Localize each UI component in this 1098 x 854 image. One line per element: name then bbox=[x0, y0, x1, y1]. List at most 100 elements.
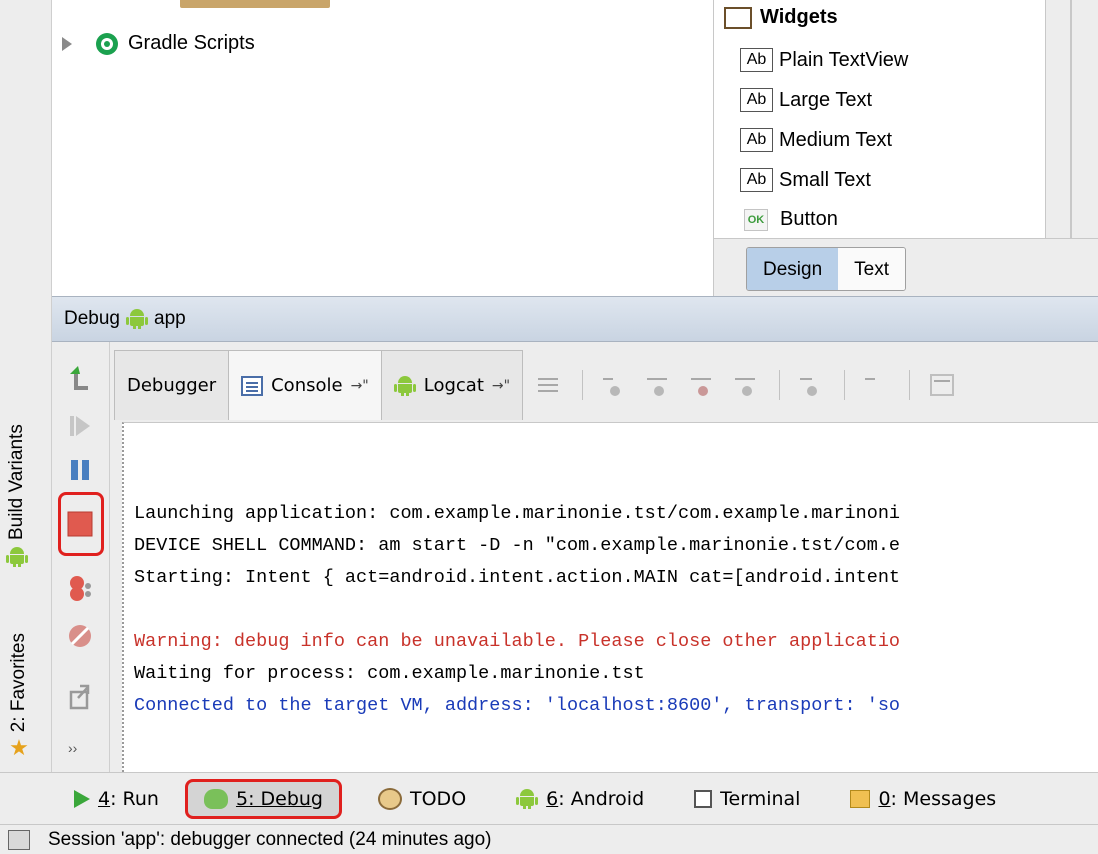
folder-icon bbox=[180, 0, 330, 8]
palette-pane: Widgets Ab Plain TextView Ab Large Text … bbox=[714, 0, 1098, 296]
console-line: Waiting for process: com.example.marinon… bbox=[134, 663, 645, 684]
palette-list: Widgets Ab Plain TextView Ab Large Text … bbox=[714, 0, 1046, 238]
debug-title: Debug bbox=[64, 308, 120, 329]
step-out-icon[interactable] bbox=[735, 374, 759, 396]
palette-item-label: Plain TextView bbox=[779, 48, 909, 71]
text-view-icon: Ab bbox=[740, 88, 773, 112]
tab-console[interactable]: Console →" bbox=[228, 350, 382, 420]
terminal-icon bbox=[694, 789, 713, 808]
toolbar-separator bbox=[582, 370, 584, 400]
debug-tabs-bar: Debugger Console →" Logcat →" bbox=[110, 342, 1098, 422]
todo-tool-button[interactable]: TODO bbox=[370, 784, 474, 814]
messages-label: : Messages bbox=[890, 787, 997, 810]
messages-icon bbox=[850, 789, 871, 808]
debug-label: : Debug bbox=[248, 787, 323, 810]
stepping-toolbar bbox=[538, 350, 955, 420]
favorites-tab[interactable]: ★ 2: Favorites bbox=[6, 633, 32, 761]
bug-icon bbox=[203, 788, 228, 809]
step-over-icon[interactable] bbox=[603, 374, 627, 396]
tree-node-gradle-scripts[interactable]: Gradle Scripts bbox=[62, 32, 255, 55]
stop-highlight bbox=[58, 492, 104, 556]
pin-icon[interactable]: →" bbox=[351, 378, 369, 394]
status-text: Session 'app': debugger connected (24 mi… bbox=[48, 828, 492, 850]
tree-node-label: Gradle Scripts bbox=[128, 32, 255, 54]
tab-logcat[interactable]: Logcat →" bbox=[380, 350, 524, 420]
rerun-icon[interactable] bbox=[66, 364, 94, 392]
palette-item-label: Large Text bbox=[779, 88, 873, 111]
tool-window-bar: 4: Run 5: Debug TODO 6: Android Terminal… bbox=[0, 772, 1098, 824]
android-icon bbox=[516, 788, 539, 809]
build-variants-label: Build Variants bbox=[6, 424, 27, 540]
build-variants-tab[interactable]: Build Variants bbox=[6, 424, 28, 568]
console-line-warning: Warning: debug info can be unavailable. … bbox=[134, 631, 901, 652]
console-output[interactable]: Launching application: com.example.marin… bbox=[122, 422, 1098, 772]
run-to-cursor-icon[interactable] bbox=[865, 374, 889, 396]
android-tool-button[interactable]: 6: Android bbox=[508, 784, 652, 814]
pin-icon[interactable]: →" bbox=[492, 378, 510, 394]
console-line: Launching application: com.example.marin… bbox=[134, 503, 901, 524]
palette-item-label: Medium Text bbox=[779, 128, 893, 151]
design-text-tabs: Design Text bbox=[746, 247, 907, 291]
step-into-icon[interactable] bbox=[647, 374, 671, 396]
android-icon bbox=[126, 309, 148, 329]
android-label: : Android bbox=[558, 787, 645, 810]
palette-item[interactable]: Ab Large Text bbox=[740, 88, 872, 112]
view-breakpoints-icon[interactable] bbox=[66, 574, 94, 602]
debug-toolbar: ›› bbox=[52, 342, 110, 772]
android-icon bbox=[6, 547, 28, 567]
text-view-icon: Ab bbox=[740, 48, 773, 72]
debug-tool-button[interactable]: 5: Debug bbox=[184, 778, 342, 819]
scrollbar[interactable] bbox=[1070, 0, 1072, 238]
palette-item[interactable]: Ab Medium Text bbox=[740, 128, 892, 152]
drop-frame-icon[interactable] bbox=[800, 374, 824, 396]
toolbar-separator bbox=[844, 370, 846, 400]
palette-item-label: Button bbox=[780, 208, 838, 230]
tab-label: Console bbox=[271, 375, 343, 396]
debug-panel-header: Debug app bbox=[52, 296, 1098, 342]
console-icon bbox=[241, 375, 264, 396]
toolbar-separator bbox=[779, 370, 781, 400]
console-line-connected: Connected to the target VM, address: 'lo… bbox=[134, 695, 901, 716]
todo-label: TODO bbox=[410, 787, 467, 810]
tool-windows-toggle-icon[interactable] bbox=[8, 829, 30, 850]
button-icon: OK bbox=[744, 208, 768, 231]
console-line: DEVICE SHELL COMMAND: am start -D -n "co… bbox=[134, 535, 901, 556]
palette-item-label: Small Text bbox=[779, 168, 871, 191]
force-step-into-icon[interactable] bbox=[691, 374, 715, 396]
more-icon[interactable]: ›› bbox=[68, 740, 77, 756]
terminal-tool-button[interactable]: Terminal bbox=[686, 784, 808, 814]
expand-arrow-icon[interactable] bbox=[62, 36, 72, 51]
evaluate-expression-icon[interactable] bbox=[930, 374, 955, 396]
palette-group-label: Widgets bbox=[760, 6, 838, 28]
tab-label: Logcat bbox=[423, 375, 484, 396]
messages-tool-button[interactable]: 0: Messages bbox=[842, 784, 1004, 814]
text-view-icon: Ab bbox=[740, 168, 773, 192]
project-tree-pane: Gradle Scripts bbox=[52, 0, 714, 296]
show-execution-point-icon[interactable] bbox=[538, 374, 562, 396]
favorites-label: 2: Favorites bbox=[8, 633, 29, 733]
todo-icon bbox=[378, 787, 402, 810]
console-line: Starting: Intent { act=android.intent.ac… bbox=[134, 567, 901, 588]
folder-icon bbox=[724, 6, 752, 29]
run-label: : Run bbox=[110, 787, 159, 810]
run-icon bbox=[74, 789, 90, 808]
palette-group-widgets[interactable]: Widgets bbox=[724, 6, 838, 29]
tab-label: Debugger bbox=[127, 375, 217, 396]
mute-breakpoints-icon[interactable] bbox=[66, 622, 94, 650]
resume-icon[interactable] bbox=[66, 412, 94, 440]
palette-item[interactable]: Ab Plain TextView bbox=[740, 48, 908, 72]
palette-item[interactable]: Ab Small Text bbox=[740, 168, 871, 192]
android-icon bbox=[393, 375, 416, 396]
export-icon[interactable] bbox=[66, 684, 94, 712]
status-bar: Session 'app': debugger connected (24 mi… bbox=[0, 824, 1098, 854]
debug-config-name: app bbox=[154, 308, 186, 329]
run-tool-button[interactable]: 4: Run bbox=[66, 784, 167, 814]
pause-icon[interactable] bbox=[66, 456, 94, 484]
tab-debugger[interactable]: Debugger bbox=[114, 350, 230, 420]
tab-text[interactable]: Text bbox=[838, 248, 906, 290]
toolbar-separator bbox=[909, 370, 911, 400]
text-view-icon: Ab bbox=[740, 128, 773, 152]
tab-design[interactable]: Design bbox=[747, 248, 839, 290]
star-icon: ★ bbox=[9, 735, 29, 761]
palette-item[interactable]: OK Button bbox=[740, 208, 838, 231]
